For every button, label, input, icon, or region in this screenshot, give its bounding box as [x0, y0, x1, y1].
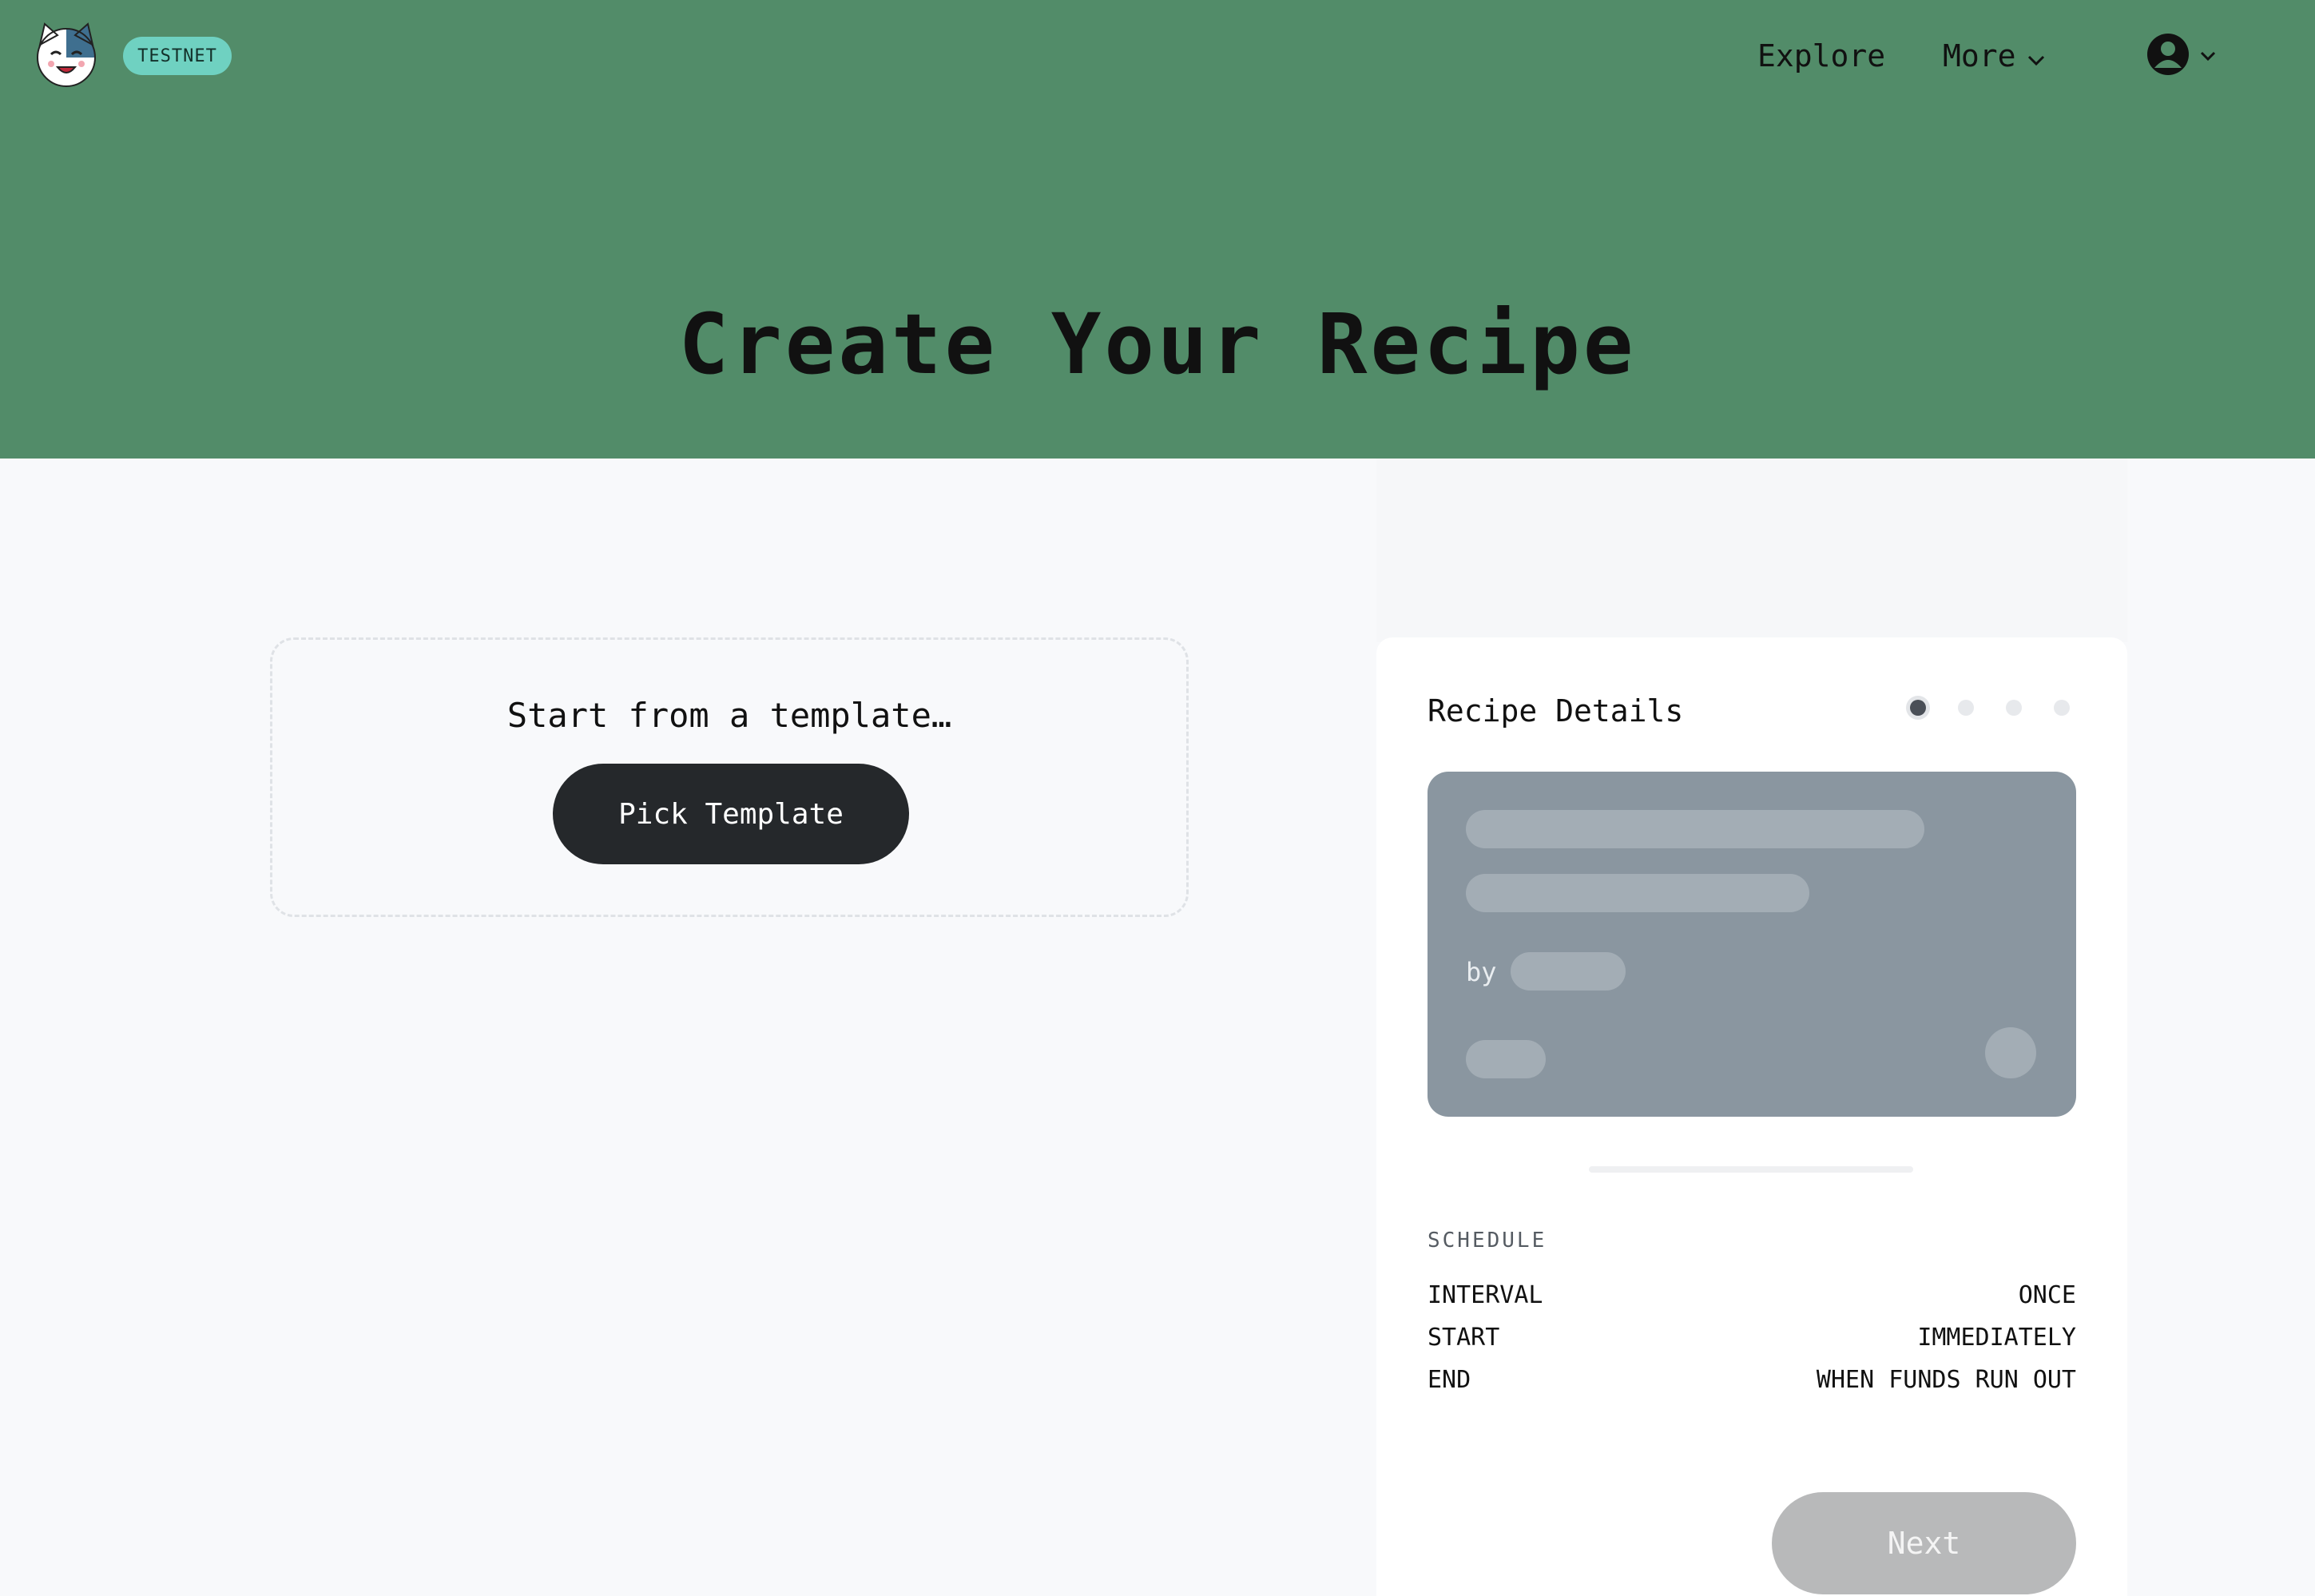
template-picker-box: Start from a template… Pick Template — [270, 637, 1189, 917]
schedule-value: WHEN FUNDS RUN OUT — [1816, 1366, 2076, 1394]
user-menu[interactable] — [2146, 32, 2216, 80]
user-circle-icon — [2146, 32, 2190, 80]
recipe-preview-card: by — [1428, 772, 2076, 1117]
skeleton-tag — [1466, 1040, 1546, 1078]
nav-more-label: More — [1943, 38, 2016, 73]
nav-explore-link[interactable]: Explore — [1757, 37, 1885, 75]
panel-title: Recipe Details — [1428, 693, 1684, 729]
nav-more-dropdown[interactable]: More — [1943, 37, 2045, 75]
step-dot-2 — [1958, 700, 1974, 716]
panel-shade — [1376, 459, 2127, 642]
schedule-label: INTERVAL — [1428, 1281, 1543, 1309]
recipe-details-panel: Recipe Details by SCHEDULE INTERVAL ONCE… — [1376, 637, 2127, 1596]
testnet-badge: TESTNET — [123, 37, 232, 75]
chevron-down-icon — [2027, 38, 2045, 73]
schedule-heading: SCHEDULE — [1428, 1229, 1547, 1253]
schedule-row-end: END WHEN FUNDS RUN OUT — [1428, 1366, 2076, 1394]
preview-by-label: by — [1466, 957, 1497, 987]
step-dot-4 — [2054, 700, 2070, 716]
schedule-value: IMMEDIATELY — [1917, 1324, 2076, 1352]
step-indicator — [1910, 700, 2070, 716]
schedule-row-start: START IMMEDIATELY — [1428, 1324, 2076, 1352]
schedule-label: START — [1428, 1324, 1500, 1352]
step-dot-3 — [2006, 700, 2022, 716]
skeleton-author — [1511, 952, 1626, 991]
schedule-row-interval: INTERVAL ONCE — [1428, 1281, 2076, 1309]
pick-template-button[interactable]: Pick Template — [553, 764, 909, 864]
schedule-label: END — [1428, 1366, 1471, 1394]
chevron-down-icon — [2200, 49, 2216, 64]
step-dot-1 — [1910, 700, 1926, 716]
schedule-value: ONCE — [2018, 1281, 2076, 1309]
cat-logo-icon[interactable] — [32, 21, 101, 89]
skeleton-title-line-1 — [1466, 810, 1924, 848]
next-button[interactable]: Next — [1772, 1492, 2076, 1594]
skeleton-title-line-2 — [1466, 874, 1809, 912]
skeleton-avatar — [1985, 1027, 2036, 1078]
template-prompt: Start from a template… — [506, 696, 952, 735]
divider — [1589, 1166, 1913, 1173]
hero-header: TESTNET Explore More Create Your Recipe — [0, 0, 2315, 459]
page-title: Create Your Recipe — [678, 296, 1637, 393]
nav-explore-label: Explore — [1757, 38, 1886, 73]
